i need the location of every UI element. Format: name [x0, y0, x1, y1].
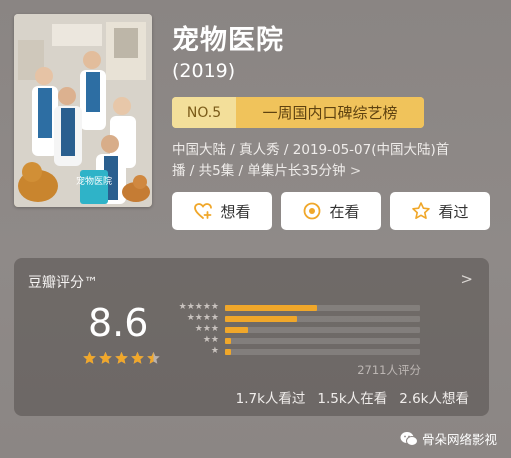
rating-distribution: ★ ★ ★ ★ ★ ★ ★ ★ ★ ★ ★ ★ ★ ★ ★	[169, 302, 469, 357]
small-star-icon: ★	[210, 346, 219, 356]
chevron-right-icon: >	[460, 270, 473, 288]
small-star-icon: ★	[210, 313, 219, 323]
poster-image[interactable]: 宠物医院	[14, 14, 152, 207]
small-star-icon: ★	[194, 324, 203, 334]
rating-bar-fill	[225, 349, 231, 355]
rating-bar-fill	[225, 327, 249, 333]
rating-card[interactable]: 豆瓣评分™ > 8.6 ★ ★ ★ ★ ★ ★ ★ ★ ★ ★ ★ ★ ★ ★ ★ 2711人评分 1.7k…	[14, 258, 489, 416]
watermark: 骨朵网络影视	[400, 429, 497, 448]
rating-row-2-star: ★ ★	[169, 335, 469, 346]
watched-button[interactable]: 看过	[390, 192, 490, 230]
want-to-watch-label: 想看	[220, 202, 251, 221]
small-star-icon: ★	[194, 302, 203, 312]
score-star-icon	[83, 351, 96, 364]
score-star-icon	[115, 351, 128, 364]
rank-badge[interactable]: NO.5 一周国内口碑综艺榜	[172, 97, 424, 128]
rating-bar-fill	[225, 305, 317, 311]
rating-bar-track	[225, 338, 420, 344]
rating-row-3-star: ★ ★ ★	[169, 324, 469, 335]
rating-row-1-star: ★	[169, 346, 469, 357]
small-star-icon: ★	[202, 335, 211, 345]
meta-line-2: 播 / 共5集 / 单集片长35分钟	[172, 163, 346, 179]
rank-number: NO.5	[172, 97, 236, 128]
rating-count: 2711人评分	[357, 363, 421, 377]
watermark-text: 骨朵网络影视	[421, 432, 497, 447]
score-stars	[82, 351, 161, 365]
small-star-icon: ★	[202, 313, 211, 323]
watching-label: 在看	[329, 202, 360, 221]
target-icon	[304, 202, 321, 220]
small-star-icon: ★	[202, 324, 211, 334]
rank-label: 一周国内口碑综艺榜	[236, 97, 424, 128]
row-stars: ★ ★ ★ ★ ★	[179, 303, 219, 312]
rating-bar-track	[225, 349, 420, 355]
row-stars: ★	[211, 347, 219, 356]
small-star-icon: ★	[194, 313, 203, 323]
row-stars: ★ ★ ★ ★	[187, 314, 219, 323]
rating-row-4-star: ★ ★ ★ ★	[169, 313, 469, 324]
page-title: 宠物医院	[172, 25, 284, 56]
small-star-icon: ★	[210, 324, 219, 334]
rating-row-5-star: ★ ★ ★ ★ ★	[169, 302, 469, 313]
release-year: (2019)	[172, 60, 236, 82]
rating-bar-track	[225, 316, 420, 322]
rating-score: 8.6	[88, 301, 149, 345]
heart-plus-icon	[194, 203, 213, 219]
audience-stats: 1.7k人看过 1.5k人在看 2.6k人想看	[236, 387, 469, 407]
score-star-icon	[131, 351, 144, 364]
small-star-icon: ★	[202, 302, 211, 312]
wechat-icon	[400, 431, 418, 446]
score-star-icon	[99, 351, 112, 364]
row-stars: ★ ★ ★	[195, 325, 219, 334]
rating-title: 豆瓣评分™	[28, 275, 98, 291]
rating-bar-track	[225, 305, 420, 311]
small-star-icon: ★	[186, 313, 195, 323]
watched-label: 看过	[438, 202, 469, 221]
meta-chevron-icon: >	[349, 163, 362, 179]
want-to-watch-button[interactable]: 想看	[172, 192, 272, 230]
row-stars: ★ ★	[203, 336, 219, 345]
star-outline-icon	[412, 202, 431, 219]
watching-count: 1.5k人在看	[317, 391, 388, 407]
watched-count: 1.7k人看过	[235, 391, 306, 407]
rating-bar-track	[225, 327, 420, 333]
small-star-icon: ★	[178, 302, 187, 312]
score-star-icon	[147, 351, 160, 364]
poster-title-text: 宠物医院	[76, 175, 112, 187]
meta-info[interactable]: 中国大陆 / 真人秀 / 2019-05-07(中国大陆)首 播 / 共5集 /…	[172, 140, 502, 182]
small-star-icon: ★	[186, 302, 195, 312]
rating-bar-fill	[225, 316, 298, 322]
rating-bar-fill	[225, 338, 231, 344]
want-count: 2.6k人想看	[399, 391, 469, 407]
small-star-icon: ★	[210, 302, 219, 312]
poster-illustration: 宠物医院	[14, 14, 152, 207]
watching-button[interactable]: 在看	[281, 192, 381, 230]
small-star-icon: ★	[210, 335, 219, 345]
meta-line-1: 中国大陆 / 真人秀 / 2019-05-07(中国大陆)首	[172, 142, 450, 158]
